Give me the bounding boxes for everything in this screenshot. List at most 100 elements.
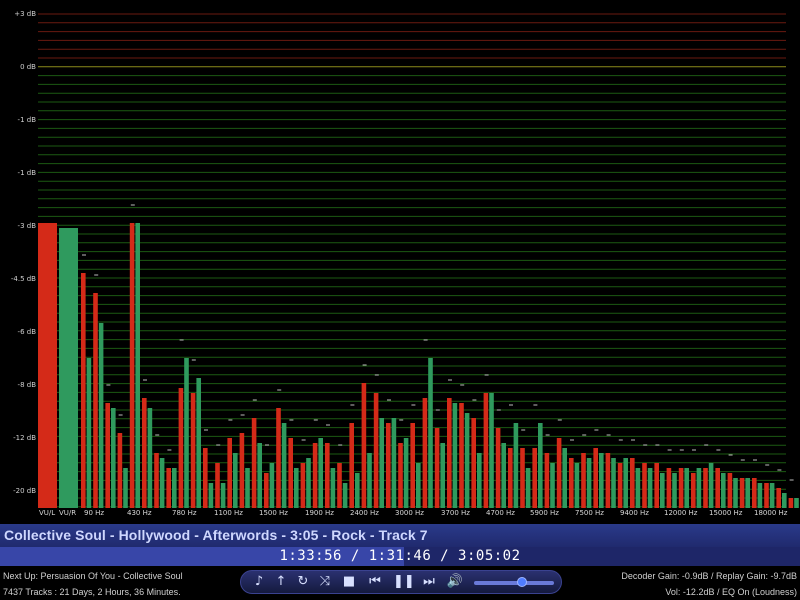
band-right-bar xyxy=(635,468,641,508)
band-left-bar xyxy=(239,433,245,508)
band-right-bar xyxy=(550,463,555,508)
band-left-bar xyxy=(703,468,708,508)
volume-slider[interactable] xyxy=(474,577,554,587)
band-right-bar xyxy=(159,458,165,508)
db-label: +3 dB xyxy=(14,10,36,18)
band-right-bar xyxy=(391,418,397,508)
band-left-bar xyxy=(459,403,464,508)
band-left-bar xyxy=(276,408,281,508)
band-right-bar xyxy=(623,458,628,508)
gain-info: Decoder Gain: -0.9dB / Replay Gain: -9.7… xyxy=(621,571,797,581)
band-left-bar xyxy=(556,438,562,508)
freq-label: 18000 Hz xyxy=(754,509,788,517)
band-left-bar xyxy=(422,398,428,508)
band-left-bar xyxy=(373,393,379,508)
freq-label: 3700 Hz xyxy=(441,509,470,517)
band-left-bar xyxy=(727,473,733,508)
spectrum-analyzer: +3 dB 0 dB -1 dB -1 dB -3 dB -4.5 dB -6 … xyxy=(0,0,800,522)
band-right-bar xyxy=(403,438,409,508)
band-left-bar xyxy=(154,453,159,508)
band-right-bar xyxy=(794,498,799,508)
freq-label: 1100 Hz xyxy=(214,509,243,517)
band-right-bar xyxy=(416,463,421,508)
band-right-bar xyxy=(196,378,201,508)
volume-slider-handle[interactable] xyxy=(517,577,527,587)
band-left-bar xyxy=(312,443,318,508)
status-area: Next Up: Persuasion Of You - Collective … xyxy=(0,566,800,600)
band-right-bar xyxy=(586,458,592,508)
band-right-bar xyxy=(281,423,287,508)
band-right-bar xyxy=(525,468,531,508)
band-right-bar xyxy=(464,413,470,508)
up-arrow-icon[interactable]: ↑ xyxy=(271,573,291,591)
spectrum-canvas xyxy=(38,13,799,508)
shuffle-icon[interactable]: ⤨ xyxy=(315,573,335,591)
band-left-bar xyxy=(642,463,647,508)
band-left-bar xyxy=(691,473,696,508)
band-right-bar xyxy=(355,473,360,508)
repeat-icon[interactable]: ↻ xyxy=(293,573,313,591)
band-right-bar xyxy=(257,443,262,508)
freq-label: 4700 Hz xyxy=(486,509,515,517)
vu-right-label: VU/R xyxy=(59,509,77,517)
band-left-bar xyxy=(495,428,501,508)
band-left-bar xyxy=(764,483,769,508)
band-right-bar xyxy=(220,483,226,508)
band-left-bar xyxy=(666,468,672,508)
library-stats: 7437 Tracks : 21 Days, 2 Hours, 36 Minut… xyxy=(3,587,181,597)
band-left-bar xyxy=(386,423,391,508)
band-left-bar xyxy=(105,403,110,508)
band-left-bar xyxy=(447,398,452,508)
seek-bar[interactable]: 1:33:56 / 1:31:46 / 3:05:02 xyxy=(0,547,800,566)
band-left-bar xyxy=(190,393,196,508)
band-right-bar xyxy=(440,443,445,508)
band-right-bar xyxy=(111,408,116,508)
band-right-bar xyxy=(98,323,104,508)
band-right-bar xyxy=(696,468,702,508)
band-left-bar xyxy=(654,463,659,508)
band-left-bar xyxy=(678,468,684,508)
band-right-bar xyxy=(745,478,750,508)
band-right-bar xyxy=(733,478,738,508)
music-note-icon[interactable]: ♪ xyxy=(249,573,269,591)
next-icon[interactable]: ⏭ xyxy=(419,573,439,591)
band-right-bar xyxy=(123,468,128,508)
band-left-bar xyxy=(361,383,367,508)
band-left-bar xyxy=(569,458,574,508)
band-left-bar xyxy=(630,458,635,508)
db-label: -8 dB xyxy=(17,381,36,389)
band-right-bar xyxy=(672,473,677,508)
vu-right-bar xyxy=(59,228,78,508)
band-right-bar xyxy=(367,453,372,508)
freq-label: 1500 Hz xyxy=(259,509,288,517)
band-left-bar xyxy=(166,468,171,508)
band-right-bar xyxy=(611,458,616,508)
freq-label: 12000 Hz xyxy=(664,509,698,517)
pause-icon[interactable]: ❚❚ xyxy=(393,573,415,591)
band-left-bar xyxy=(117,433,123,508)
band-right-bar xyxy=(477,453,482,508)
band-right-bar xyxy=(428,358,433,508)
band-left-bar xyxy=(752,478,757,508)
band-right-bar xyxy=(684,468,689,508)
stop-icon[interactable]: ■ xyxy=(339,573,359,591)
band-right-bar xyxy=(538,423,543,508)
db-label: -1 dB xyxy=(17,169,36,177)
band-right-bar xyxy=(233,453,238,508)
band-left-bar xyxy=(483,393,489,508)
band-left-bar xyxy=(739,478,745,508)
previous-icon[interactable]: ⏮ xyxy=(365,573,385,591)
band-left-bar xyxy=(434,428,440,508)
volume-icon[interactable]: 🔊 xyxy=(445,573,465,591)
freq-label: 7500 Hz xyxy=(575,509,604,517)
db-label: -1 dB xyxy=(17,116,36,124)
freq-label: 780 Hz xyxy=(172,509,197,517)
band-left-bar xyxy=(142,398,147,508)
band-left-bar xyxy=(251,418,257,508)
band-right-bar xyxy=(599,453,604,508)
band-left-bar xyxy=(398,443,403,508)
band-left-bar xyxy=(337,463,342,508)
band-left-bar xyxy=(300,463,306,508)
db-label: -3 dB xyxy=(17,222,36,230)
band-right-bar xyxy=(208,483,214,508)
